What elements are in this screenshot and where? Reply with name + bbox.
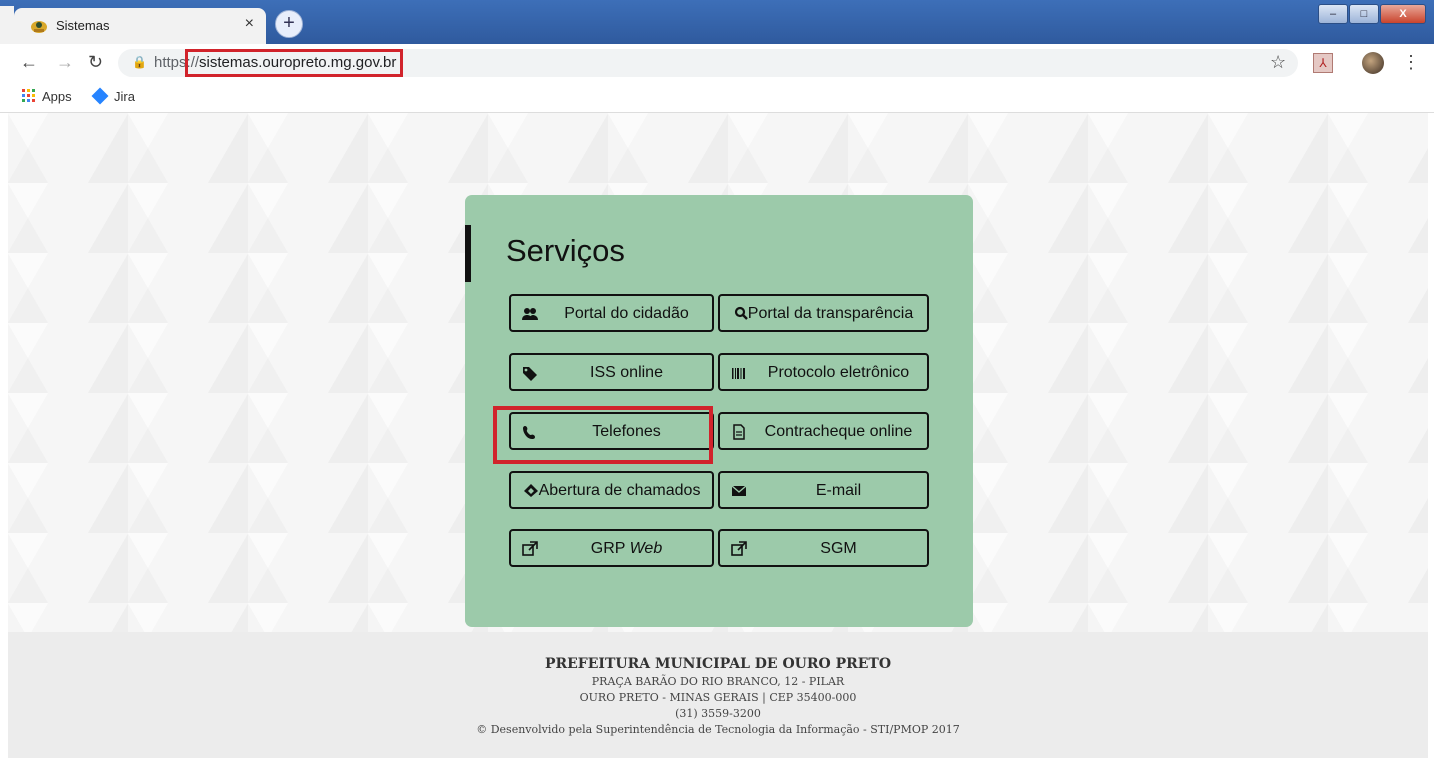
footer-org: PREFEITURA MUNICIPAL DE OURO PRETO [544,656,892,672]
jira-icon [91,87,109,105]
bookmark-star-icon[interactable]: ☆ [1270,52,1286,73]
protocolo-eletronico-button[interactable]: Protocolo eletrônico [718,353,929,391]
button-label-wrap: Portal da transparência [724,305,923,323]
grp-web-button[interactable]: GRP Web [509,529,714,567]
tab-close-icon[interactable]: × [245,15,254,33]
section-title: Serviços [506,233,625,268]
close-window-button[interactable]: X [1380,4,1426,24]
page-footer: PREFEITURA MUNICIPAL DE OURO PRETO PRAÇA… [8,632,1428,758]
footer-city: OURO PRETO - MINAS GERAIS | CEP 35400-00… [579,691,857,704]
button-label: Portal do cidadão [564,305,689,322]
bookmark-apps-label: Apps [42,89,72,104]
search-icon [734,306,748,320]
maximize-button[interactable]: □ [1349,4,1379,24]
window-titlebar: Sistemas × + – □ X [0,0,1434,44]
new-tab-button[interactable]: + [275,10,303,38]
button-label: Contracheque online [764,423,913,440]
button-label-wrap: GRP Web [511,540,712,558]
button-label: ISS online [590,364,663,381]
ticket-icon [523,484,538,497]
lock-icon: 🔒 [132,55,147,69]
email-button[interactable]: E-mail [718,471,929,509]
url-highlight-box [185,49,403,77]
footer-phone: (31) 3559-3200 [675,707,761,720]
bookmark-jira[interactable]: Jira [91,87,135,105]
iss-online-button[interactable]: ISS online [509,353,714,391]
button-label: Protocolo eletrônico [767,364,910,381]
footer-address: PRAÇA BARÃO DO RIO BRANCO, 12 - PILAR [591,675,845,688]
minimize-button[interactable]: – [1318,4,1348,24]
grp-web-highlight-box [493,406,713,464]
bookmark-jira-label: Jira [114,89,135,104]
profile-avatar[interactable] [1362,52,1384,74]
apps-grid-icon [22,89,35,102]
more-menu-icon[interactable]: ⋮ [1402,52,1420,73]
button-label-wrap: Abertura de chamados [515,482,708,500]
button-label-emphasis: Web [629,540,663,557]
sgm-button[interactable]: SGM [718,529,929,567]
page-background: Serviços Portal do cidadão Portal da tra… [8,113,1428,758]
abertura-chamados-button[interactable]: Abertura de chamados [509,471,714,509]
button-label: E-mail [815,482,862,499]
contracheque-online-button[interactable]: Contracheque online [718,412,929,450]
tab-strip-edge [0,6,14,44]
button-label: Portal da transparência [747,305,914,322]
button-label: SGM [820,540,857,557]
tab-title: Sistemas [56,18,110,33]
forward-arrow-icon[interactable]: → [56,52,74,73]
window-controls: – □ X [1317,4,1426,24]
bookmark-apps[interactable]: Apps [22,89,72,104]
portal-transparencia-button[interactable]: Portal da transparência [718,294,929,332]
title-accent-bar [465,225,471,282]
button-label: GRP [590,540,626,557]
back-arrow-icon[interactable]: ← [20,52,38,73]
footer-credits: © Desenvolvido pela Superintendência de … [476,723,960,736]
pdf-extension-icon[interactable]: ⅄ [1313,53,1333,73]
crest-icon [31,21,47,33]
reload-icon[interactable]: ↻ [88,52,103,73]
browser-tab[interactable]: Sistemas × [14,8,266,44]
portal-cidadao-button[interactable]: Portal do cidadão [509,294,714,332]
bookmarks-bar: Apps Jira [0,82,1434,113]
button-label: Abertura de chamados [538,482,701,499]
